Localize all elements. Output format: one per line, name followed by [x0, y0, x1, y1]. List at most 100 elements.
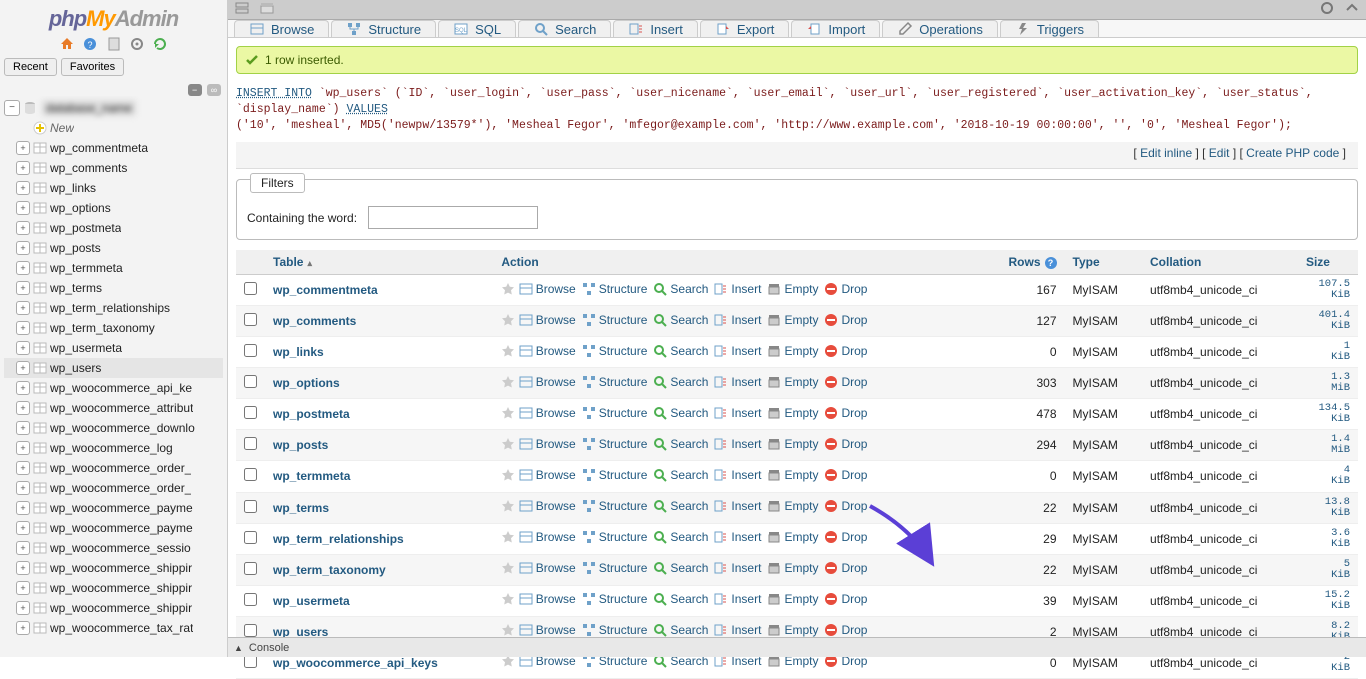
table-name-link[interactable]: wp_term_taxonomy	[273, 563, 386, 577]
star-icon[interactable]	[501, 282, 515, 296]
row-checkbox[interactable]	[244, 406, 257, 419]
refresh-icon[interactable]	[152, 36, 168, 52]
table-name-link[interactable]: wp_posts	[273, 438, 328, 452]
search-action[interactable]: Search	[653, 437, 708, 451]
insert-action[interactable]: Insert	[714, 468, 761, 482]
empty-action[interactable]: Empty	[767, 375, 818, 389]
sidebar-table-wp_postmeta[interactable]: +wp_postmeta	[4, 218, 223, 238]
row-checkbox[interactable]	[244, 562, 257, 575]
row-checkbox[interactable]	[244, 624, 257, 637]
empty-action[interactable]: Empty	[767, 623, 818, 637]
row-checkbox[interactable]	[244, 437, 257, 450]
doc-icon[interactable]	[106, 36, 122, 52]
insert-action[interactable]: Insert	[714, 592, 761, 606]
structure-action[interactable]: Structure	[582, 468, 648, 482]
structure-action[interactable]: Structure	[582, 561, 648, 575]
search-action[interactable]: Search	[653, 344, 708, 358]
sidebar-table-wp_termmeta[interactable]: +wp_termmeta	[4, 258, 223, 278]
star-icon[interactable]	[501, 375, 515, 389]
plus-icon[interactable]: +	[16, 441, 30, 455]
star-icon[interactable]	[501, 468, 515, 482]
empty-action[interactable]: Empty	[767, 406, 818, 420]
minus-icon[interactable]: −	[4, 100, 20, 116]
empty-action[interactable]: Empty	[767, 282, 818, 296]
plus-icon[interactable]: +	[16, 261, 30, 275]
drop-action[interactable]: Drop	[824, 282, 867, 296]
logout-icon[interactable]: ?	[82, 36, 98, 52]
drop-action[interactable]: Drop	[824, 623, 867, 637]
values-kw[interactable]: VALUES	[346, 103, 387, 116]
insert-action[interactable]: Insert	[714, 623, 761, 637]
plus-icon[interactable]: +	[16, 361, 30, 375]
col-rows[interactable]: Rows?	[984, 250, 1065, 275]
drop-action[interactable]: Drop	[824, 437, 867, 451]
plus-icon[interactable]: +	[16, 341, 30, 355]
drop-action[interactable]: Drop	[824, 468, 867, 482]
insert-action[interactable]: Insert	[714, 282, 761, 296]
browse-action[interactable]: Browse	[519, 499, 576, 513]
sidebar-table-wp_woocommerce_attribut[interactable]: +wp_woocommerce_attribut	[4, 398, 223, 418]
plus-icon[interactable]: +	[16, 581, 30, 595]
structure-action[interactable]: Structure	[582, 313, 648, 327]
star-icon[interactable]	[501, 344, 515, 358]
insert-action[interactable]: Insert	[714, 499, 761, 513]
tab-search[interactable]: Search	[518, 20, 611, 37]
table-name-link[interactable]: wp_links	[273, 345, 324, 359]
search-action[interactable]: Search	[653, 375, 708, 389]
insert-action[interactable]: Insert	[714, 406, 761, 420]
row-checkbox[interactable]	[244, 282, 257, 295]
row-checkbox[interactable]	[244, 468, 257, 481]
table-name-link[interactable]: wp_postmeta	[273, 407, 350, 421]
table-name-link[interactable]: wp_options	[273, 376, 340, 390]
tab-triggers[interactable]: Triggers	[1000, 20, 1099, 37]
browse-action[interactable]: Browse	[519, 375, 576, 389]
plus-icon[interactable]: +	[16, 301, 30, 315]
settings-gear-icon[interactable]	[1319, 0, 1335, 16]
insert-into-kw[interactable]: INSERT INTO	[236, 87, 312, 100]
sidebar-table-wp_woocommerce_downlo[interactable]: +wp_woocommerce_downlo	[4, 418, 223, 438]
row-checkbox[interactable]	[244, 313, 257, 326]
insert-action[interactable]: Insert	[714, 530, 761, 544]
structure-action[interactable]: Structure	[582, 592, 648, 606]
empty-action[interactable]: Empty	[767, 313, 818, 327]
sidebar-table-wp_options[interactable]: +wp_options	[4, 198, 223, 218]
plus-icon[interactable]: +	[16, 321, 30, 335]
plus-icon[interactable]: +	[16, 421, 30, 435]
empty-action[interactable]: Empty	[767, 344, 818, 358]
sidebar-table-wp_comments[interactable]: +wp_comments	[4, 158, 223, 178]
empty-action[interactable]: Empty	[767, 530, 818, 544]
link-icon[interactable]: ∞	[207, 84, 221, 96]
drop-action[interactable]: Drop	[824, 375, 867, 389]
plus-icon[interactable]: +	[16, 401, 30, 415]
structure-action[interactable]: Structure	[582, 344, 648, 358]
server-icon[interactable]	[234, 0, 250, 16]
browse-action[interactable]: Browse	[519, 344, 576, 358]
plus-icon[interactable]: +	[16, 381, 30, 395]
tab-export[interactable]: Export	[700, 20, 790, 37]
structure-action[interactable]: Structure	[582, 375, 648, 389]
row-checkbox[interactable]	[244, 375, 257, 388]
home-icon[interactable]	[59, 36, 75, 52]
col-type[interactable]: Type	[1065, 250, 1142, 275]
structure-action[interactable]: Structure	[582, 406, 648, 420]
sidebar-table-wp_term_relationships[interactable]: +wp_term_relationships	[4, 298, 223, 318]
drop-action[interactable]: Drop	[824, 592, 867, 606]
search-action[interactable]: Search	[653, 561, 708, 575]
row-checkbox[interactable]	[244, 531, 257, 544]
table-name-link[interactable]: wp_terms	[273, 501, 329, 515]
create-php-link[interactable]: Create PHP code	[1246, 146, 1339, 160]
drop-action[interactable]: Drop	[824, 406, 867, 420]
db-icon[interactable]	[259, 0, 275, 16]
chevron-up-icon[interactable]: ▲	[234, 643, 243, 653]
sidebar-table-wp_woocommerce_shippir[interactable]: +wp_woocommerce_shippir	[4, 578, 223, 598]
browse-action[interactable]: Browse	[519, 282, 576, 296]
structure-action[interactable]: Structure	[582, 623, 648, 637]
tab-operations[interactable]: Operations	[882, 20, 998, 37]
star-icon[interactable]	[501, 406, 515, 420]
plus-icon[interactable]: +	[16, 201, 30, 215]
gear-icon[interactable]	[129, 36, 145, 52]
search-action[interactable]: Search	[653, 313, 708, 327]
search-action[interactable]: Search	[653, 468, 708, 482]
sidebar-table-wp_woocommerce_shippir[interactable]: +wp_woocommerce_shippir	[4, 558, 223, 578]
insert-action[interactable]: Insert	[714, 437, 761, 451]
